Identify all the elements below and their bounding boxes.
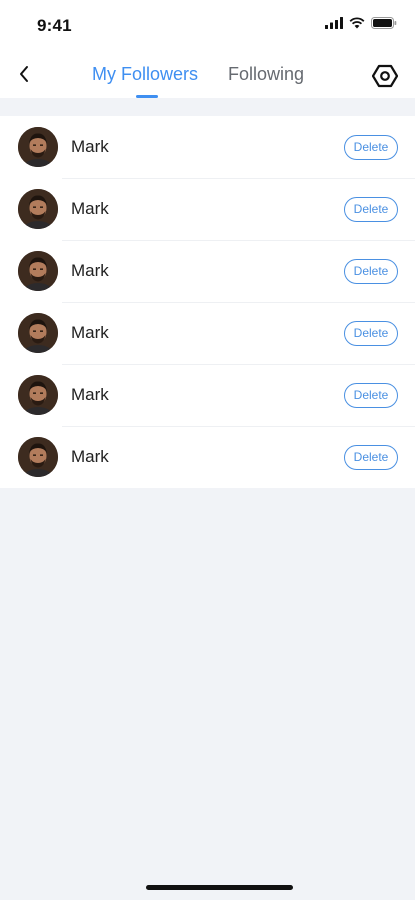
wifi-icon <box>349 17 365 29</box>
list-item[interactable]: Mark Delete <box>0 426 415 488</box>
follower-name: Mark <box>71 447 109 466</box>
followers-list: Mark Delete Mark Delete Mark Delete Mark… <box>0 116 415 488</box>
list-item[interactable]: Mark Delete <box>0 302 415 364</box>
follower-name: Mark <box>71 137 109 156</box>
signal-icon <box>325 17 343 29</box>
delete-button[interactable]: Delete <box>344 321 398 346</box>
avatar <box>18 251 58 291</box>
home-indicator <box>146 885 293 890</box>
avatar <box>18 127 58 167</box>
delete-button[interactable]: Delete <box>344 197 398 222</box>
settings-icon <box>372 64 398 88</box>
avatar <box>18 437 58 477</box>
tab-bar: My Followers Following <box>0 50 415 98</box>
delete-button[interactable]: Delete <box>344 445 398 470</box>
avatar <box>18 375 58 415</box>
follower-name: Mark <box>71 261 109 280</box>
tab-following[interactable]: Following <box>228 64 304 85</box>
settings-button[interactable] <box>371 62 399 90</box>
tab-my-followers[interactable]: My Followers <box>92 64 198 85</box>
delete-button[interactable]: Delete <box>344 383 398 408</box>
delete-button[interactable]: Delete <box>344 135 398 160</box>
active-tab-indicator <box>136 95 158 98</box>
avatar <box>18 189 58 229</box>
follower-name: Mark <box>71 323 109 342</box>
status-icons <box>325 17 397 29</box>
status-time: 9:41 <box>37 16 72 35</box>
battery-icon <box>371 17 397 29</box>
app-screen: 9:41 My Followers Following Mark Delete … <box>0 0 415 900</box>
follower-name: Mark <box>71 199 109 218</box>
avatar <box>18 313 58 353</box>
list-item[interactable]: Mark Delete <box>0 116 415 178</box>
list-item[interactable]: Mark Delete <box>0 364 415 426</box>
header: My Followers Following <box>0 50 415 98</box>
follower-name: Mark <box>71 385 109 404</box>
status-bar: 9:41 <box>0 0 415 50</box>
list-item[interactable]: Mark Delete <box>0 178 415 240</box>
delete-button[interactable]: Delete <box>344 259 398 284</box>
list-item[interactable]: Mark Delete <box>0 240 415 302</box>
